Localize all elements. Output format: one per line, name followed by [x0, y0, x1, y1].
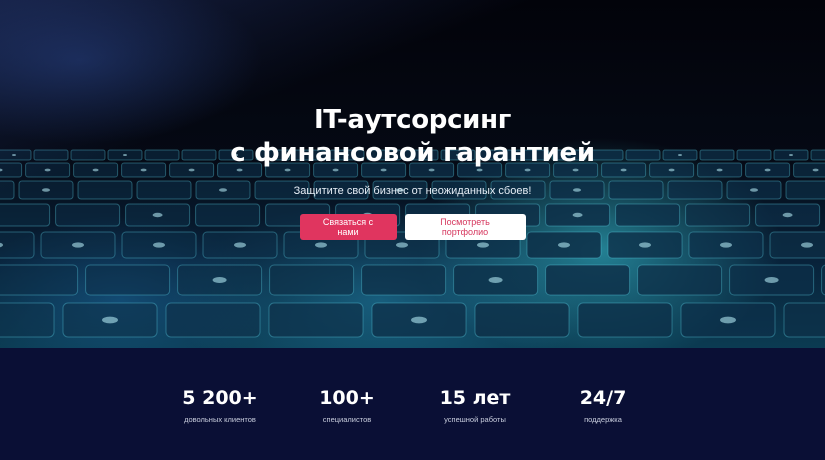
stat-support: 24/7 поддержка — [543, 386, 663, 424]
hero-title-line1: IT-аутсорсинг — [313, 105, 512, 135]
hero-title: IT-аутсорсинг с финансовой гарантией — [0, 104, 825, 170]
hero-section: IT-аутсорсинг с финансовой гарантией Защ… — [0, 0, 825, 348]
contact-us-button[interactable]: Связаться с нами — [299, 214, 397, 240]
stat-years: 15 лет успешной работы — [415, 386, 535, 424]
stat-value: 24/7 — [579, 387, 627, 409]
hero-subtitle: Защитите свой бизнес от неожиданных сбое… — [293, 185, 532, 197]
hero-title-line2: с финансовой гарантией — [230, 138, 595, 168]
stat-value: 15 лет — [439, 387, 511, 409]
stat-specialists: 100+ специалистов — [287, 386, 407, 424]
stat-label: довольных клиентов — [184, 415, 256, 424]
stat-value: 5 200+ — [182, 387, 258, 409]
hero-content: IT-аутсорсинг с финансовой гарантией Защ… — [0, 104, 825, 240]
stat-label: специалистов — [322, 415, 372, 424]
stat-label: поддержка — [584, 415, 622, 424]
stat-value: 100+ — [319, 387, 375, 409]
stat-label: успешной работы — [444, 415, 506, 424]
view-portfolio-button[interactable]: Посмотреть портфолио — [404, 214, 526, 240]
hero-buttons: Связаться с нами Посмотреть портфолио — [0, 214, 825, 240]
stat-clients: 5 200+ довольных клиентов — [160, 386, 280, 424]
stats-section: 5 200+ довольных клиентов 100+ специалис… — [0, 348, 825, 460]
